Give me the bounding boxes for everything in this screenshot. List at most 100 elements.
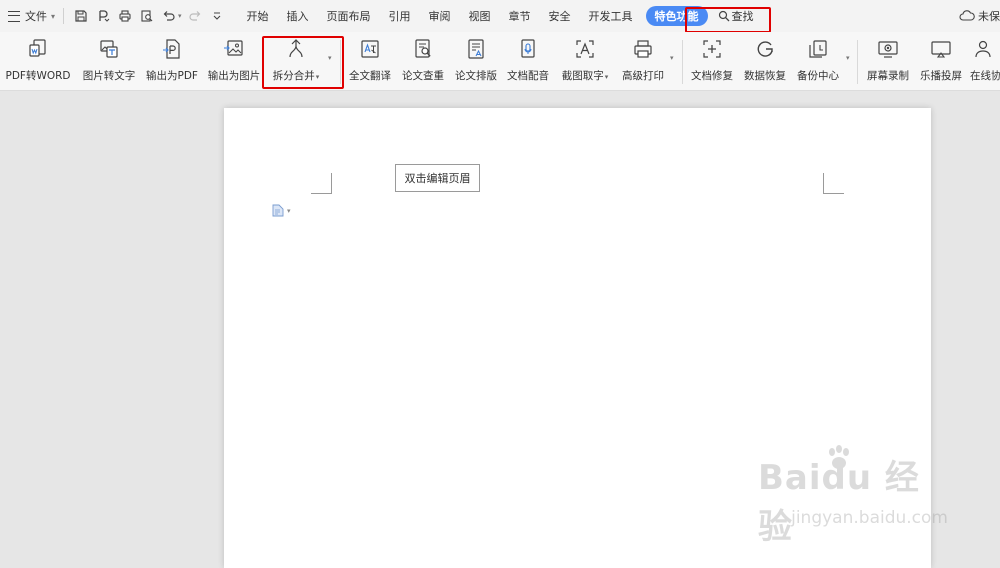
doc-repair-icon [699, 36, 725, 62]
screenshot-ocr-button[interactable]: 截图取字▾ [558, 34, 612, 84]
divider [857, 40, 858, 84]
divider [682, 40, 683, 84]
tab-references[interactable]: 引用 [389, 8, 411, 24]
advanced-print-label: 高级打印 [622, 70, 664, 82]
split-merge-button[interactable]: 拆分合并▾ [266, 34, 326, 84]
data-recovery-label: 数据恢复 [744, 70, 786, 82]
chevron-down-icon: ▾ [51, 11, 56, 21]
image-to-text-label: 图片转文字 [82, 70, 136, 82]
watermark-url: jingyan.baidu.com [791, 508, 948, 528]
plagiarism-check-button[interactable]: 论文查重 [400, 34, 446, 84]
image-to-text-button[interactable]: 图片转文字 [80, 34, 138, 84]
tab-chapter[interactable]: 章节 [509, 8, 531, 24]
translate-button[interactable]: 全文翻译 [347, 34, 393, 84]
tab-page-layout[interactable]: 页面布局 [327, 8, 371, 24]
tab-view[interactable]: 视图 [469, 8, 491, 24]
cast-screen-icon [928, 36, 954, 62]
voice-icon [515, 36, 541, 62]
search-tab-label: 查找 [731, 10, 754, 23]
redo-icon[interactable] [187, 8, 203, 24]
edit-header-hint[interactable]: 双击编辑页眉 [395, 164, 480, 192]
pdf-to-word-icon [25, 36, 51, 62]
image-to-text-icon [96, 36, 122, 62]
translate-label: 全文翻译 [349, 70, 391, 82]
export-image-button[interactable]: 输出为图片 [205, 34, 263, 84]
ribbon-tabs: 开始 插入 页面布局 引用 审阅 视图 章节 安全 开发工具 特色功能 查找 [238, 6, 754, 26]
cloud-status-label: 未保 [978, 10, 1000, 23]
doc-repair-button[interactable]: 文档修复 [689, 34, 735, 84]
file-menu[interactable]: 文件 ▾ [8, 8, 55, 24]
quick-access-toolbar: ▾ [70, 8, 228, 24]
split-merge-label: 拆分合并 [272, 70, 315, 82]
cloud-save-status[interactable]: 未保 [959, 8, 1000, 24]
search-tab[interactable]: 查找 [718, 8, 754, 24]
screenshot-ocr-label: 截图取字 [561, 70, 604, 82]
document-workspace: 双击编辑页眉 ▾ Baidu 经验 jingyan.baidu.com [0, 91, 1000, 568]
tab-security[interactable]: 安全 [549, 8, 571, 24]
search-icon [718, 10, 729, 22]
cloud-icon [959, 10, 975, 21]
online-collab-label: 在线协 [970, 70, 1000, 82]
screenshot-ocr-label-wrap: 截图取字▾ [562, 68, 609, 83]
tab-bar: 文件 ▾ ▾ 开始 插入 页面布局 引用 审阅 视图 章节 安全 开发工具 特色… [0, 0, 1000, 32]
advanced-print-icon [630, 36, 656, 62]
print-icon[interactable] [117, 8, 133, 24]
thesis-format-button[interactable]: 论文排版 [453, 34, 499, 84]
chevron-down-icon: ▾ [287, 206, 291, 215]
pdf-to-word-label: PDF转WORD [5, 70, 71, 82]
backup-center-button[interactable]: 备份中心 [795, 34, 841, 84]
paw-icon [829, 445, 849, 469]
tab-start[interactable]: 开始 [247, 8, 269, 24]
voice-over-label: 文档配音 [507, 70, 549, 82]
customize-toolbar-icon[interactable] [209, 8, 225, 24]
tab-special-features[interactable]: 特色功能 [645, 6, 708, 26]
cast-screen-button[interactable]: 乐播投屏 [918, 34, 964, 84]
voice-over-button[interactable]: 文档配音 [505, 34, 551, 84]
export-pdf-label: 输出为PDF [146, 70, 198, 82]
print-preview-icon[interactable] [139, 8, 155, 24]
special-features-more-icon[interactable]: ▾ [670, 54, 674, 62]
chevron-down-icon[interactable]: ▾ [316, 73, 320, 81]
export-pdf-button[interactable]: 输出为PDF [143, 34, 201, 84]
plagiarism-check-icon [410, 36, 436, 62]
online-collab-button[interactable]: 在线协 [970, 34, 1000, 84]
margin-corner-top-left [311, 173, 332, 194]
recovery-more-icon[interactable]: ▾ [846, 54, 850, 62]
chevron-down-icon[interactable]: ▾ [605, 73, 609, 81]
margin-corner-top-right [823, 173, 844, 194]
baidu-jingyan-watermark: Baidu 经验 jingyan.baidu.com [758, 445, 948, 547]
undo-dropdown-icon[interactable]: ▾ [178, 12, 182, 20]
screenshot-ocr-icon [572, 36, 598, 62]
doc-repair-label: 文档修复 [691, 70, 733, 82]
split-merge-more-icon[interactable]: ▾ [328, 54, 332, 62]
ribbon-toolbar: PDF转WORD 图片转文字 输出为PDF 输出为图片 拆分合并▾ ▾ 全文翻译 [0, 32, 1000, 91]
save-icon[interactable] [73, 8, 89, 24]
translate-icon [357, 36, 383, 62]
divider [340, 40, 341, 84]
tab-developer[interactable]: 开发工具 [589, 8, 633, 24]
plagiarism-check-label: 论文查重 [402, 70, 444, 82]
tab-review[interactable]: 审阅 [429, 8, 451, 24]
pdf-to-word-button[interactable]: PDF转WORD [4, 34, 72, 84]
undo-icon[interactable] [161, 8, 177, 24]
hamburger-icon [8, 10, 20, 22]
split-merge-icon [283, 36, 309, 62]
screen-record-icon [875, 36, 901, 62]
data-recovery-button[interactable]: 数据恢复 [742, 34, 788, 84]
online-collab-icon [970, 36, 996, 62]
data-recovery-icon [752, 36, 778, 62]
file-menu-label: 文件 [25, 10, 47, 23]
export-image-label: 输出为图片 [207, 70, 261, 82]
document-icon [272, 204, 284, 217]
tab-insert[interactable]: 插入 [287, 8, 309, 24]
split-merge-label-wrap: 拆分合并▾ [273, 68, 320, 83]
divider [63, 8, 65, 24]
advanced-print-button[interactable]: 高级打印 [618, 34, 668, 84]
screen-record-label: 屏幕录制 [867, 70, 909, 82]
paragraph-layout-button[interactable]: ▾ [272, 204, 291, 217]
export-pdf-icon [159, 36, 185, 62]
backup-center-label: 备份中心 [797, 70, 839, 82]
export-pdf-icon[interactable] [95, 8, 111, 24]
screen-record-button[interactable]: 屏幕录制 [864, 34, 912, 84]
backup-center-icon [805, 36, 831, 62]
